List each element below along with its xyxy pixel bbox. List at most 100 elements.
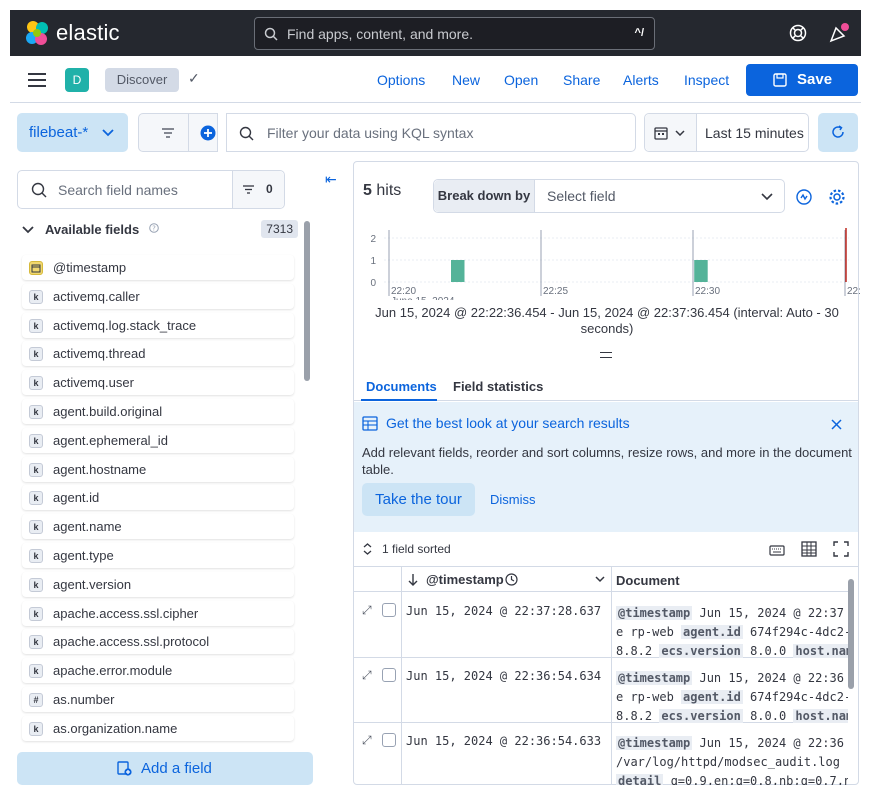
dismiss-button[interactable]: Dismiss bbox=[490, 492, 536, 507]
expand-row-icon[interactable]: ⤢ bbox=[362, 603, 372, 618]
breadcrumb[interactable]: Discover bbox=[105, 68, 179, 92]
document-field-value: 8.8.2 bbox=[616, 644, 660, 658]
field-item[interactable]: k agent.version bbox=[22, 571, 294, 597]
collapse-sidebar-icon[interactable]: ⇤ bbox=[325, 171, 337, 188]
field-item[interactable]: k agent.id bbox=[22, 485, 294, 511]
checkmark-icon[interactable]: ✓ bbox=[188, 70, 200, 87]
row-checkbox[interactable] bbox=[382, 733, 396, 747]
take-tour-button[interactable]: Take the tour bbox=[362, 483, 475, 516]
field-filter-button[interactable]: 0 bbox=[232, 171, 284, 208]
expand-row-icon[interactable]: ⤢ bbox=[362, 733, 372, 748]
field-item[interactable]: k agent.type bbox=[22, 543, 294, 568]
keyword-type-icon: k bbox=[29, 405, 43, 419]
grid-header: @timestamp Document bbox=[354, 567, 848, 592]
hits-counter: 5 hits bbox=[363, 182, 401, 200]
suggestions-icon[interactable] bbox=[795, 188, 813, 206]
table-row[interactable]: ⤢ Jun 15, 2024 @ 22:36:54.634 @timestamp J… bbox=[354, 658, 848, 723]
row-checkbox[interactable] bbox=[382, 668, 396, 682]
expand-row-icon[interactable]: ⤢ bbox=[362, 668, 372, 683]
close-icon[interactable] bbox=[831, 419, 842, 430]
arrow-down-icon[interactable] bbox=[408, 573, 418, 586]
document-field-key: @timestamp bbox=[616, 606, 693, 620]
chevron-down-icon bbox=[22, 226, 34, 234]
kql-query-input[interactable]: Filter your data using KQL syntax bbox=[226, 113, 636, 152]
fullscreen-icon[interactable] bbox=[833, 541, 849, 557]
alerts-link[interactable]: Alerts bbox=[623, 72, 659, 88]
add-field-icon bbox=[117, 761, 132, 776]
table-row[interactable]: ⤢ Jun 15, 2024 @ 22:36:54.633 @timestamp J… bbox=[354, 723, 848, 785]
svg-text:?: ? bbox=[152, 225, 156, 233]
open-link[interactable]: Open bbox=[504, 72, 538, 88]
field-item[interactable]: k apache.error.module bbox=[22, 658, 294, 684]
field-item[interactable]: k agent.build.original bbox=[22, 399, 294, 424]
options-link[interactable]: Options bbox=[377, 72, 425, 88]
share-link[interactable]: Share bbox=[563, 72, 600, 88]
help-icon[interactable] bbox=[789, 24, 807, 42]
row-checkbox[interactable] bbox=[382, 603, 396, 617]
histogram-chart[interactable]: 21022:2022:2522:3022:35June 15, 2024 bbox=[354, 220, 860, 300]
tour-callout: Get the best look at your search results… bbox=[354, 402, 858, 532]
keyword-type-icon: k bbox=[29, 664, 43, 679]
global-search-input[interactable]: Find apps, content, and more. ^/ bbox=[254, 17, 655, 50]
time-range-summary: Jun 15, 2024 @ 22:22:36.454 - Jun 15, 20… bbox=[375, 305, 839, 336]
field-item[interactable]: k apache.access.ssl.protocol bbox=[22, 629, 294, 655]
chevron-down-icon[interactable] bbox=[595, 576, 605, 583]
column-header-document[interactable]: Document bbox=[616, 573, 680, 588]
column-header-timestamp[interactable]: @timestamp bbox=[426, 572, 504, 587]
inspect-link[interactable]: Inspect bbox=[684, 72, 729, 88]
document-field-key: agent.id bbox=[681, 625, 743, 639]
news-feed-icon[interactable] bbox=[828, 22, 850, 44]
elastic-logo-icon[interactable] bbox=[24, 19, 50, 47]
field-item[interactable]: k activemq.user bbox=[22, 370, 294, 396]
new-link[interactable]: New bbox=[452, 72, 480, 88]
table-row[interactable]: ⤢ Jun 15, 2024 @ 22:37:28.637 @timestamp J… bbox=[354, 593, 848, 658]
callout-title: Get the best look at your search results bbox=[386, 415, 630, 431]
hits-count: 5 bbox=[363, 182, 372, 199]
add-filter-icon[interactable] bbox=[200, 125, 216, 141]
field-item[interactable]: k agent.name bbox=[22, 514, 294, 540]
view-tabs: Documents Field statistics bbox=[354, 371, 858, 401]
field-item[interactable]: k activemq.log.stack_trace bbox=[22, 312, 294, 338]
tab-documents[interactable]: Documents bbox=[366, 379, 437, 394]
field-search-input[interactable]: Search field names 0 bbox=[17, 170, 285, 209]
field-item[interactable]: k agent.hostname bbox=[22, 456, 294, 482]
info-icon[interactable]: ? bbox=[149, 223, 159, 233]
field-name: agent.build.original bbox=[53, 404, 163, 419]
quick-menu-button[interactable] bbox=[645, 114, 697, 151]
field-item[interactable]: # as.number bbox=[22, 687, 294, 712]
grid-scrollbar[interactable] bbox=[848, 579, 854, 689]
field-item[interactable]: k apache.access.ssl.cipher bbox=[22, 600, 294, 626]
data-view-picker[interactable]: filebeat-* bbox=[17, 113, 128, 152]
save-button[interactable]: Save bbox=[746, 64, 858, 96]
field-item[interactable]: k activemq.caller bbox=[22, 283, 294, 309]
filter-menu-icon[interactable] bbox=[162, 128, 174, 138]
field-name: agent.name bbox=[53, 519, 122, 535]
field-item[interactable]: k activemq.thread bbox=[22, 341, 294, 367]
document-field-key: detail bbox=[616, 774, 664, 785]
menu-toggle-icon[interactable] bbox=[28, 73, 46, 87]
document-line: detail q=0.9,en;q=0.8,nb;q=0.7,n bbox=[616, 772, 848, 785]
date-picker[interactable]: Last 15 minutes bbox=[644, 113, 809, 152]
field-filter-count: 0 bbox=[266, 182, 273, 196]
breakdown-select[interactable]: Break down by Select field bbox=[433, 179, 785, 213]
field-item[interactable]: @timestamp bbox=[22, 255, 294, 280]
available-fields-header[interactable]: Available fields ? 7313 bbox=[22, 220, 298, 241]
resize-handle[interactable] bbox=[600, 352, 612, 358]
space-avatar[interactable]: D bbox=[65, 68, 89, 92]
refresh-button[interactable] bbox=[818, 113, 858, 152]
add-field-button[interactable]: Add a field bbox=[17, 752, 313, 785]
sort-icon[interactable] bbox=[363, 543, 372, 555]
field-item[interactable]: k agent.ephemeral_id bbox=[22, 427, 294, 453]
sorted-fields-label[interactable]: 1 field sorted bbox=[382, 542, 451, 556]
grid-density-icon[interactable] bbox=[801, 541, 817, 557]
field-name: agent.hostname bbox=[53, 461, 147, 477]
time-range-label: Last 15 minutes bbox=[705, 125, 804, 141]
sidebar-scrollbar[interactable] bbox=[304, 221, 310, 381]
filter-icon bbox=[243, 185, 254, 194]
field-item[interactable]: k as.organization.name bbox=[22, 715, 294, 741]
keyword-type-icon: k bbox=[29, 433, 43, 448]
tab-field-statistics[interactable]: Field statistics bbox=[453, 379, 543, 394]
field-name: agent.ephemeral_id bbox=[53, 432, 168, 448]
keyboard-icon[interactable] bbox=[769, 544, 785, 556]
gear-icon[interactable] bbox=[828, 188, 846, 206]
